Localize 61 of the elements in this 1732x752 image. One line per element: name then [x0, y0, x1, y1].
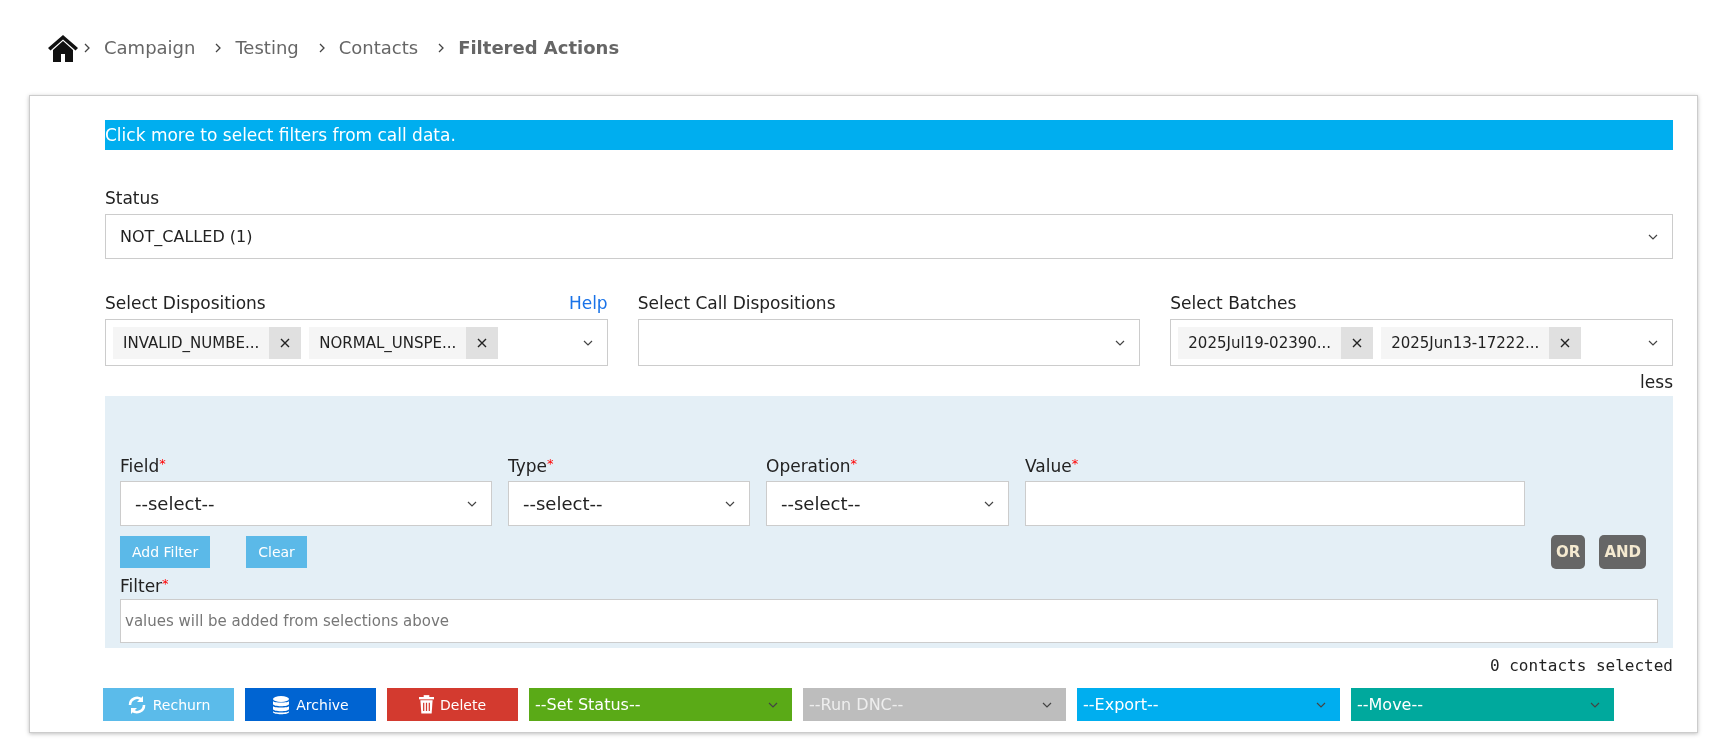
chevron-down-icon: [467, 500, 477, 507]
chevron-down-icon: [582, 339, 593, 346]
selected-tag: 2025Jul19-02390...: [1178, 326, 1374, 359]
action-dropdown[interactable]: --Move--: [1351, 688, 1614, 721]
field-label: Status: [105, 188, 161, 208]
field-label: Select Dispositions: [105, 293, 266, 313]
trash-icon: [419, 695, 434, 714]
value-input[interactable]: [1025, 481, 1525, 526]
field-label: Filter*: [120, 576, 170, 596]
chevron-right-icon: [438, 42, 445, 53]
action-button[interactable]: Archive: [245, 688, 376, 721]
action-button[interactable]: Delete: [387, 688, 518, 721]
remove-tag-button[interactable]: [269, 326, 302, 359]
chevron-down-icon: [1648, 339, 1658, 346]
info-banner: Click more to select filters from call data.: [105, 120, 1673, 150]
field-label: Select Batches: [1170, 293, 1297, 313]
remove-tag-button[interactable]: [1549, 326, 1582, 359]
logic-button[interactable]: AND: [1599, 535, 1646, 569]
chevron-down-icon: [768, 701, 778, 708]
selected-tag: 2025Jun13-17222...: [1381, 326, 1582, 359]
status-select[interactable]: NOT_CALLED (1): [105, 214, 1673, 259]
breadcrumb-link[interactable]: Contacts: [338, 37, 419, 58]
select-field[interactable]: --select--: [120, 481, 492, 526]
selection-count: 0 contacts selected: [1488, 656, 1673, 677]
chevron-down-icon: [984, 500, 994, 507]
close-icon: [1352, 337, 1363, 348]
select-field[interactable]: --select--: [508, 481, 750, 526]
logic-button[interactable]: OR: [1551, 535, 1586, 569]
selected-tag: NORMAL_UNSPE...: [309, 326, 499, 359]
chevron-right-icon: [318, 42, 325, 53]
filter-input[interactable]: values will be added from selections above: [120, 599, 1658, 643]
selected-tag: INVALID_NUMBE...: [113, 326, 302, 359]
less-link[interactable]: less: [105, 372, 1673, 396]
close-icon: [477, 337, 488, 348]
chevron-down-icon: [1648, 233, 1658, 240]
field-label: Value*: [1025, 456, 1080, 476]
chevron-right-icon: [84, 42, 90, 53]
chevron-down-icon: [725, 500, 735, 507]
action-dropdown[interactable]: --Set Status--: [529, 688, 792, 721]
field-label: Select Call Dispositions: [637, 293, 836, 313]
field-label: Field*: [120, 456, 167, 476]
multi-select[interactable]: 2025Jul19-02390... 2025Jun13-17222...: [1170, 319, 1673, 366]
field-label: Type*: [508, 456, 555, 476]
breadcrumb-link[interactable]: Testing: [235, 37, 299, 58]
breadcrumb-link[interactable]: Campaign: [104, 37, 196, 58]
close-icon: [1560, 337, 1571, 348]
chevron-down-icon: [1316, 701, 1326, 708]
chevron-down-icon: [1115, 339, 1126, 346]
refresh-icon: [126, 694, 147, 715]
database-icon: [272, 694, 291, 715]
help-link[interactable]: Help: [568, 293, 608, 313]
remove-tag-button[interactable]: [466, 326, 499, 359]
select-field[interactable]: --select--: [766, 481, 1009, 526]
remove-tag-button[interactable]: [1341, 326, 1374, 359]
chevron-down-icon: [1042, 701, 1052, 708]
home-icon[interactable]: [48, 33, 78, 62]
multi-select[interactable]: INVALID_NUMBE... NORMAL_UNSPE...: [105, 319, 608, 366]
close-icon: [280, 337, 291, 348]
chevron-down-icon: [1590, 701, 1600, 708]
field-label: Operation*: [766, 456, 859, 476]
chevron-right-icon: [215, 42, 222, 53]
